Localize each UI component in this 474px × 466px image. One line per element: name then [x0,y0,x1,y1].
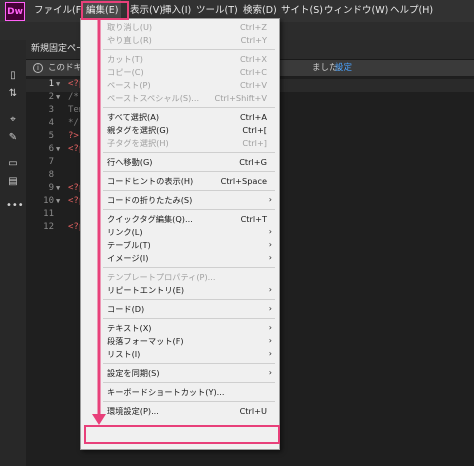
annotation-arrow [92,20,106,425]
